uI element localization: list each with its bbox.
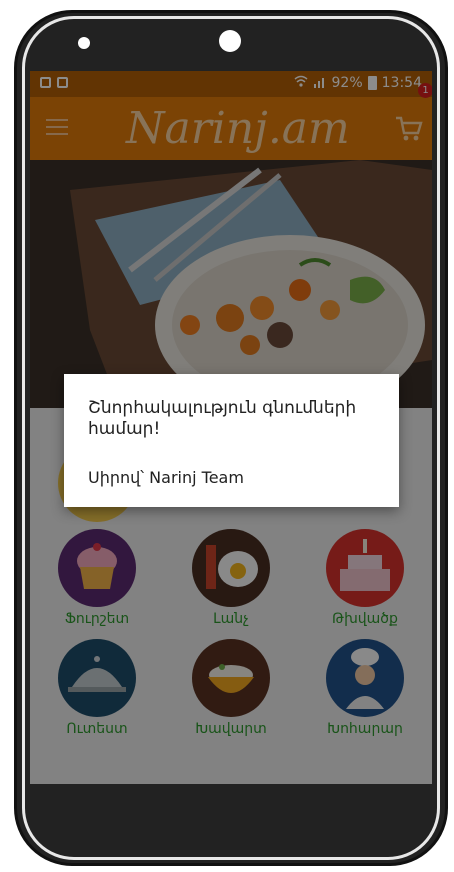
app-screen: 92% 13:54 Narinj.am 1 Ֆուրշետ Լանչ Թխված… bbox=[30, 71, 432, 784]
front-camera bbox=[219, 30, 241, 52]
dialog-signature: Սիրով՝ Narinj Team bbox=[88, 468, 244, 487]
sensor-dot bbox=[78, 37, 90, 49]
thank-you-dialog[interactable]: Շնորհակալություն գնումների համար! Սիրով՝… bbox=[64, 374, 399, 507]
dialog-message: Շնորհակալություն գնումների համար! bbox=[88, 398, 357, 439]
